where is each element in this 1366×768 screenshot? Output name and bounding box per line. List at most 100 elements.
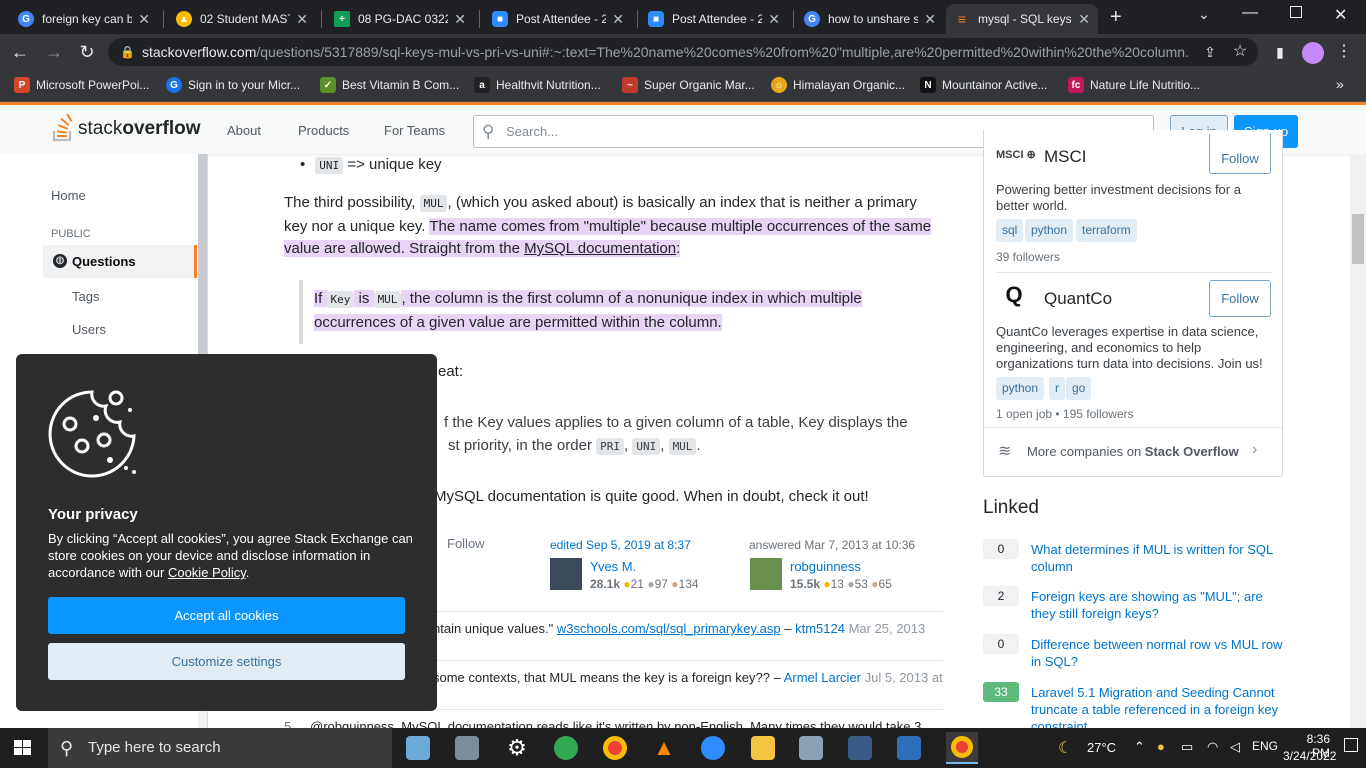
tag[interactable]: sql [996,219,1024,242]
chrome-canary-icon[interactable] [554,736,578,760]
sidebar-item-questions[interactable]: ◍ Questions [43,245,197,278]
linked-question-link[interactable]: Foreign keys are showing as "MUL"; are t… [1031,588,1286,622]
browser-tab-active[interactable]: ≡ mysql - SQL keys ✕ [946,4,1098,34]
profile-avatar[interactable] [1302,42,1324,64]
chrome-active-icon[interactable] [946,732,978,764]
sidebar-item-tags[interactable]: Tags [72,289,99,304]
sidebar-item-users[interactable]: Users [72,322,106,337]
stackoverflow-logo[interactable]: stack overflow [52,114,200,142]
follow-button[interactable]: Follow [1209,280,1271,317]
file-explorer-icon[interactable] [751,736,775,760]
share-icon[interactable]: ⇪ [1198,40,1222,64]
language-icon[interactable]: ENG [1252,739,1278,753]
browser-tab[interactable]: ▲ 02 Student MAST ✕ [168,4,316,34]
snipping-tool-icon[interactable] [799,736,823,760]
taskbar-search-input[interactable]: ⚲ Type here to search [48,728,392,768]
accept-cookies-button[interactable]: Accept all cookies [48,597,405,634]
back-icon[interactable]: ← [8,40,32,64]
reload-icon[interactable]: ↻ [75,40,99,64]
browser-tab[interactable]: G foreign key can b ✕ [10,4,158,34]
close-window-icon[interactable]: ✕ [1334,5,1347,25]
nav-products[interactable]: Products [298,123,349,138]
bookmark-item[interactable]: G Sign in to your Micr... [166,77,300,93]
forward-icon[interactable]: → [42,40,66,64]
close-tab-icon[interactable]: ✕ [924,11,936,28]
weather-icon[interactable]: ☾ [1058,738,1072,758]
network-app-icon[interactable] [848,736,872,760]
chrome-icon[interactable] [603,736,627,760]
close-tab-icon[interactable]: ✕ [138,11,150,28]
bookmark-item[interactable]: ~ Super Organic Mar... [622,77,755,93]
company-name[interactable]: MSCI [1044,147,1087,167]
tag[interactable]: go [1066,377,1092,400]
close-tab-icon[interactable]: ✕ [768,11,780,28]
new-tab-icon[interactable]: + [1110,6,1122,29]
wifi-icon[interactable]: ◠ [1207,739,1218,755]
linked-question-link[interactable]: Difference between normal row vs MUL row… [1031,636,1286,670]
author-name[interactable]: robguinness [790,559,861,574]
tag[interactable]: terraform [1076,219,1137,242]
address-bar[interactable]: 🔒 stackoverflow.com/questions/5317889/sq… [108,38,1258,66]
close-tab-icon[interactable]: ✕ [612,11,624,28]
tag[interactable]: python [1025,219,1074,242]
notes-app-icon[interactable] [406,736,430,760]
clock-date[interactable]: 3/24/2022 [1283,749,1336,763]
photos-icon[interactable] [897,736,921,760]
bookmark-item[interactable]: fc Nature Life Nutritio... [1068,77,1200,93]
linked-question-link[interactable]: Laravel 5.1 Migration and Seeding Cannot… [1031,684,1286,728]
browser-tab[interactable]: ■ Post Attendee - 2 ✕ [484,4,632,34]
scrollbar-thumb[interactable] [1352,214,1364,264]
comment-user[interactable]: Armel Larcier [784,670,861,685]
settings-gear-icon[interactable]: ⚙ [505,736,529,760]
browser-tab[interactable]: + 08 PG-DAC 0322 ✕ [326,4,474,34]
scrollbar-thumb[interactable] [198,154,207,364]
more-bookmarks-icon[interactable]: » [1336,76,1344,92]
temperature[interactable]: 27°C [1087,740,1116,755]
bookmark-star-icon[interactable]: ☆ [1228,40,1252,64]
answered-timestamp[interactable]: answered Mar 7, 2013 at 10:36 [749,538,915,552]
bookmark-item[interactable]: ✓ Best Vitamin B Com... [320,77,459,93]
cookie-policy-link[interactable]: Cookie Policy [168,565,246,580]
page-scrollbar[interactable] [1350,154,1366,728]
calculator-icon[interactable] [455,736,479,760]
sidebar-item-home[interactable]: Home [51,188,86,203]
follow-button[interactable]: Follow [1209,134,1271,174]
menu-icon[interactable]: ⋮ [1332,40,1356,64]
editor-name[interactable]: Yves M. [590,559,636,574]
windows-start-icon[interactable] [14,740,32,756]
tab-search-icon[interactable]: ⌄ [1198,6,1210,23]
tag[interactable]: r [1049,377,1065,400]
chevron-up-icon[interactable]: ⌃ [1134,739,1145,755]
bookmark-item[interactable]: P Microsoft PowerPoi... [14,77,149,93]
comment-link[interactable]: w3schools.com/sql/sql_primarykey.asp [557,621,781,636]
bookmark-item[interactable]: N Mountainor Active... [920,77,1047,93]
zoom-icon[interactable] [701,736,725,760]
tag[interactable]: python [996,377,1045,400]
side-panel-icon[interactable]: ▮ [1268,40,1292,64]
nav-for-teams[interactable]: For Teams [384,123,445,138]
close-tab-icon[interactable]: ✕ [296,11,308,28]
avatar[interactable] [550,558,582,590]
nav-about[interactable]: About [227,123,261,138]
close-tab-icon[interactable]: ✕ [454,11,466,28]
follow-link[interactable]: Follow [447,536,485,551]
company-name[interactable]: QuantCo [1044,289,1112,309]
linked-question-link[interactable]: What determines if MUL is written for SQ… [1031,541,1286,575]
browser-tab[interactable]: ■ Post Attendee - 2 ✕ [640,4,788,34]
minimize-icon[interactable]: — [1242,4,1258,22]
avatar[interactable] [750,558,782,590]
comment-user[interactable]: ktm5124 [795,621,845,636]
more-companies-link[interactable]: More companies on Stack Overflow [1027,444,1239,459]
browser-tab[interactable]: G how to unshare s ✕ [796,4,944,34]
bookmark-item[interactable]: ☼ Himalayan Organic... [771,77,905,93]
battery-icon[interactable]: ▭ [1181,739,1193,755]
volume-icon[interactable]: ◁ [1230,739,1240,755]
maximize-icon[interactable] [1290,6,1302,18]
close-tab-icon[interactable]: ✕ [1078,11,1090,28]
customize-settings-button[interactable]: Customize settings [48,643,405,680]
mysql-docs-link[interactable]: MySQL documentation [524,240,677,257]
bookmark-item[interactable]: a Healthvit Nutrition... [474,77,601,93]
tray-app-icon[interactable]: ● [1157,739,1165,754]
edited-timestamp[interactable]: edited Sep 5, 2019 at 8:37 [550,538,691,552]
vlc-icon[interactable]: ▲ [652,736,676,760]
